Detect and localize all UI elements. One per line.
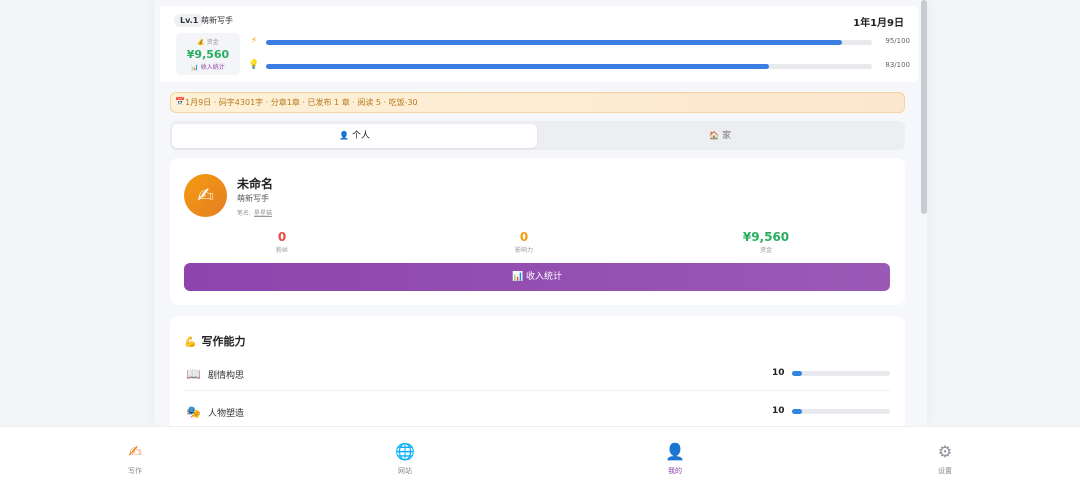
bottom-nav: ✍ 写作 🌐 网站 👤 我的 ⚙ 设置 [0,426,1080,489]
energy-bar-fill [266,40,842,45]
ability-label: 人物塑造 [208,409,245,419]
fans-value: 0 [277,230,287,244]
money-box[interactable]: 💰 资金 ¥9,560 📊 收入统计 [176,33,240,75]
ability-bar-fill [792,409,802,414]
funds-value: ¥9,560 [742,230,790,244]
level-badge: Lv.1 [174,14,205,27]
globe-icon: 🌐 [395,442,415,461]
idea-stat: 💡 83/100 [248,60,910,73]
calendar-icon: 📅 [175,97,185,106]
income-stats-link[interactable]: 收入统计 [201,64,225,71]
money-bag-icon: 💰 [197,39,205,46]
ability-row-character: 🎭 人物塑造 10 [184,399,890,426]
ability-row-plot: 📖 剧情构思 10 [184,361,890,391]
house-icon: 🏠 [709,131,719,140]
avatar[interactable]: ✍ [184,174,227,217]
nav-mine[interactable]: 👤 我的 [635,441,715,476]
energy-stat: ⚡ 95/100 [248,36,910,49]
masks-icon: 🎭 [186,405,201,419]
abilities-title: 💪 写作能力 [184,333,245,349]
nav-write-label: 写作 [128,467,142,475]
ability-label: 剧情构思 [208,371,245,381]
tab-personal-label: 个人 [351,131,370,141]
profile-name: 未命名 [237,177,274,191]
scrollbar[interactable] [921,0,927,426]
app-window: Lv.1 萌新写手 1年1月9日 💰 资金 ¥9,560 📊 收入统计 ⚡ 95… [154,0,927,426]
money-value: ¥9,560 [186,48,230,61]
energy-icon: ⚡ [250,36,258,46]
profile-card: ✍ 未命名 萌新写手 笔名: 星星猫 0 粉丝 0 影响力 ¥9,560 资金 📊… [170,158,905,305]
nav-settings[interactable]: ⚙ 设置 [905,441,985,476]
profile-rank: 萌新写手 [237,194,269,203]
flexed-arm-icon: 💪 [184,337,197,348]
tab-home[interactable]: 🏠 家 [537,124,903,148]
rank-label: 萌新写手 [201,16,233,25]
gear-icon: ⚙ [937,442,953,461]
chart-icon: 📊 [191,64,199,71]
ability-value: 10 [772,368,785,378]
daily-notice: 📅 1月9日 · 码字4301字 · 分章1章 · 已发布 1 章 · 阅读 5… [170,92,905,113]
pen-name-label: 笔名: [237,210,252,217]
idea-bar [266,64,872,69]
pen-icon: ✍ [128,442,142,461]
abilities-title-text: 写作能力 [201,335,246,348]
nav-settings-label: 设置 [938,467,952,475]
influence-value: 0 [519,230,529,244]
energy-bar [266,40,872,45]
pen-avatar-icon: ✍ [197,183,214,207]
abilities-card: 💪 写作能力 📖 剧情构思 10 🎭 人物塑造 10 [170,316,905,426]
tab-personal[interactable]: 👤 个人 [172,124,537,148]
funds-label: 资金 [759,247,772,254]
income-stats-button-label: 收入统计 [526,272,563,282]
pen-name-value[interactable]: 星星猫 [254,210,272,217]
user-icon: 👤 [665,442,685,461]
chart-icon: 📊 [511,272,524,282]
money-label: 资金 [206,39,219,46]
influence-stat: 0 影响力 [464,230,584,254]
tab-bar: 👤 个人 🏠 家 [170,121,905,150]
daily-notice-text: 1月9日 · 码字4301字 · 分章1章 · 已发布 1 章 · 阅读 5 ·… [185,98,418,107]
energy-value: 95/100 [885,37,910,45]
ability-bar [792,371,890,376]
tab-home-label: 家 [721,131,731,141]
idea-bar-fill [266,64,769,69]
income-stats-button[interactable]: 📊 收入统计 [184,263,890,291]
fans-label: 粉丝 [275,247,288,254]
influence-label: 影响力 [514,247,533,254]
idea-value: 83/100 [885,61,910,69]
pen-name-row: 笔名: 星星猫 [237,208,272,217]
ability-value: 10 [772,406,785,416]
ability-bar-fill [792,371,802,376]
book-icon: 📖 [186,367,201,381]
person-icon: 👤 [339,131,349,140]
fans-stat: 0 粉丝 [222,230,342,254]
nav-website[interactable]: 🌐 网站 [365,441,445,476]
nav-mine-label: 我的 [668,467,682,475]
scrollbar-thumb[interactable] [921,0,927,214]
status-header: Lv.1 萌新写手 1年1月9日 💰 资金 ¥9,560 📊 收入统计 ⚡ 95… [160,6,918,82]
idea-icon: 💡 [248,60,260,70]
game-date: 1年1月9日 [853,18,904,29]
funds-stat: ¥9,560 资金 [706,230,826,254]
ability-bar [792,409,890,414]
nav-website-label: 网站 [398,467,412,475]
nav-write[interactable]: ✍ 写作 [95,441,175,476]
